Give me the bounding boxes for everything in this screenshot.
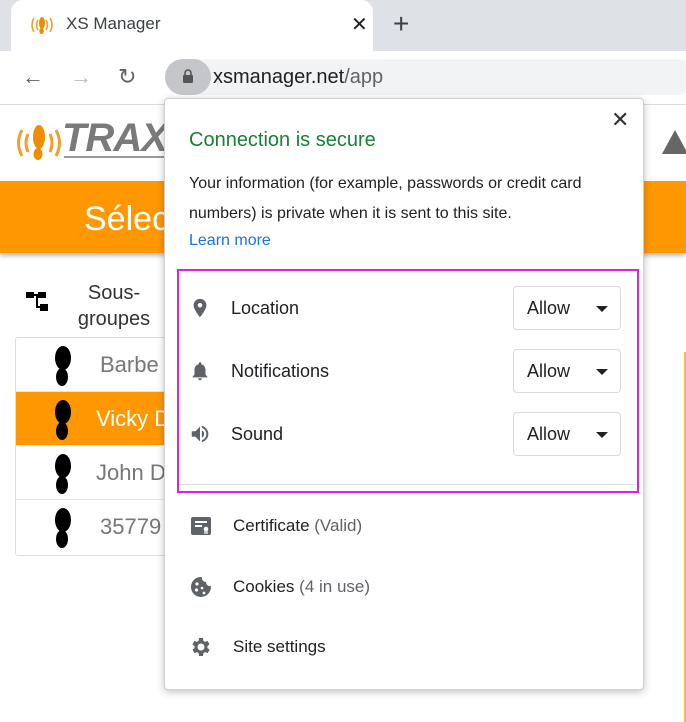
insole-icon — [55, 400, 71, 440]
certificate-icon — [191, 517, 211, 535]
learn-more-link[interactable]: Learn more — [189, 232, 271, 250]
close-tab-icon[interactable]: ✕ — [351, 12, 368, 37]
location-pin-icon — [193, 298, 207, 318]
dropdown-arrow-icon — [596, 306, 608, 312]
connection-description: Your information (for example, passwords… — [189, 175, 582, 222]
list-item-name: Vicky D — [96, 406, 171, 431]
permission-label-sound: Sound — [231, 424, 284, 444]
url-path: /app — [344, 66, 384, 88]
certificate-link[interactable]: Certificate (Valid) — [233, 516, 362, 536]
forward-icon[interactable]: → — [70, 64, 92, 90]
permission-label-notifications: Notifications — [231, 361, 330, 381]
banner-title: Sélec — [84, 200, 170, 238]
list-item-name: John D — [96, 460, 166, 485]
location-select-value: Allow — [527, 298, 571, 318]
browser-tab[interactable]: XS Manager ✕ — [11, 0, 373, 51]
connection-status-title: Connection is secure — [189, 129, 376, 151]
insole-icon — [55, 454, 71, 494]
new-tab-button[interactable]: + — [393, 8, 409, 40]
notifications-select[interactable]: Allow — [513, 349, 621, 393]
notifications-select-value: Allow — [527, 361, 571, 381]
site-info-button[interactable] — [165, 59, 211, 95]
browser-toolbar: ← → ↻ xsmanager.net/app — [0, 51, 686, 105]
insole-icon — [55, 508, 71, 548]
dropdown-arrow-icon — [596, 369, 608, 375]
list-item-name: 35779 — [100, 514, 162, 539]
site-info-popup: ✕ Connection is secure Your information … — [164, 98, 644, 690]
speaker-icon — [191, 425, 209, 443]
cookies-label: Cookies — [233, 577, 295, 596]
logo-text: TRAX — [62, 116, 168, 160]
sound-select-value: Allow — [527, 424, 571, 444]
location-select[interactable]: Allow — [513, 286, 621, 330]
cookies-link[interactable]: Cookies (4 in use) — [233, 577, 370, 597]
certificate-status: (Valid) — [314, 516, 363, 535]
trax-logo-icon — [17, 125, 61, 160]
certificate-label: Certificate — [233, 516, 310, 535]
lock-icon — [183, 69, 193, 83]
cookie-icon — [190, 576, 211, 597]
logo-subtitle — [64, 156, 174, 158]
reload-icon[interactable]: ↻ — [118, 64, 136, 90]
back-icon[interactable]: ← — [22, 64, 44, 90]
subgroups-icon — [26, 292, 48, 311]
bell-icon — [192, 362, 208, 381]
dropdown-arrow-icon — [596, 432, 608, 438]
favicon-icon — [31, 17, 53, 34]
divider — [179, 484, 635, 485]
warning-icon[interactable] — [662, 130, 686, 154]
list-item-name: Barbe — [100, 352, 159, 377]
site-settings-link[interactable]: Site settings — [233, 637, 326, 657]
url-text[interactable]: xsmanager.net/app — [213, 66, 383, 89]
sound-select[interactable]: Allow — [513, 412, 621, 456]
tab-title: XS Manager — [66, 14, 161, 33]
permission-label-location: Location — [231, 298, 300, 318]
gear-icon — [192, 638, 210, 656]
subgroups-label: Sous-groupes — [77, 282, 151, 330]
close-icon[interactable]: ✕ — [611, 107, 629, 133]
url-host: xsmanager.net — [213, 66, 345, 88]
insole-icon — [55, 346, 71, 386]
cookies-count: (4 in use) — [299, 577, 371, 596]
